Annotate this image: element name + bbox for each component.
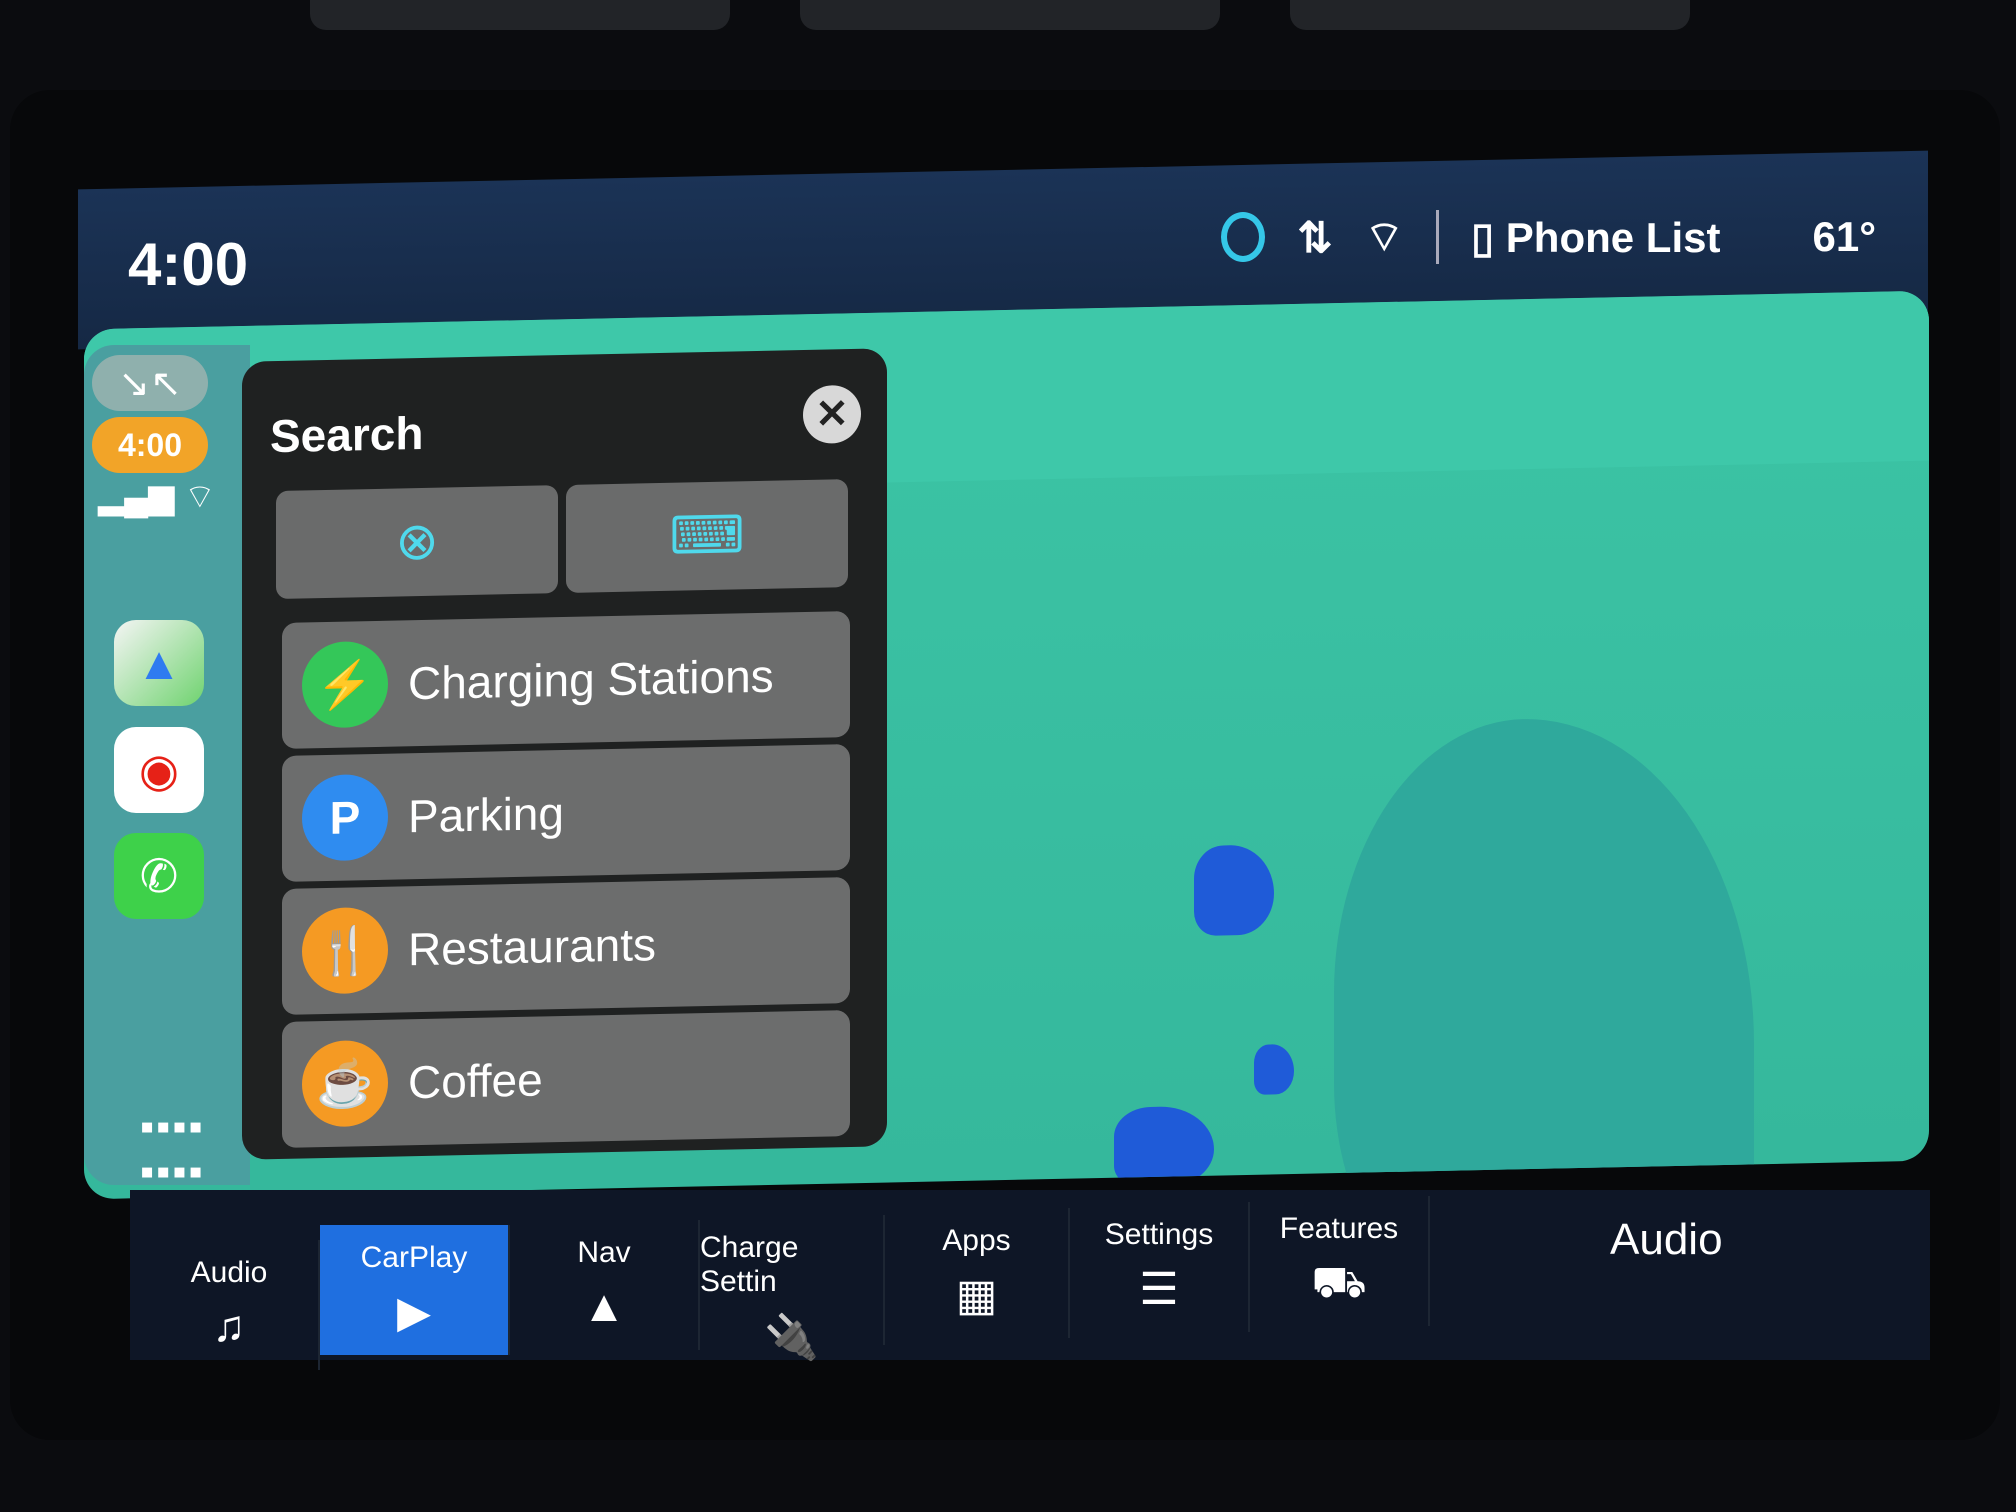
vent [310, 0, 730, 30]
phone-icon: ▯ [1471, 213, 1506, 261]
item-label: Restaurants [408, 918, 657, 976]
tab-features[interactable]: Features ⛟ [1250, 1196, 1430, 1326]
search-item-charging-stations[interactable]: ⚡ Charging Stations [282, 611, 850, 749]
map-lake [1334, 714, 1754, 1200]
search-panel: Search ✕ ⊗ ⌨ ⚡ Charging Stations P Parking… [242, 348, 887, 1160]
parking-icon: P [302, 773, 388, 862]
keyboard-icon: ⌨ [669, 506, 745, 566]
status-icons: ⇅ ⌔ ▯ Phone List 61° [1221, 210, 1876, 264]
music-note-icon: ♫ [212, 1302, 246, 1351]
tab-nav[interactable]: Nav ▲ [510, 1220, 700, 1350]
temperature: 61° [1812, 213, 1876, 260]
close-button[interactable]: ✕ [803, 384, 861, 445]
siri-button[interactable]: ⊗ [276, 485, 558, 600]
tab-settings[interactable]: Settings ☰ [1070, 1202, 1250, 1332]
car-charge-icon: 🔌 [764, 1313, 819, 1362]
apps-grid-icon: ▦ [955, 1271, 998, 1320]
vent [800, 0, 1220, 30]
charging-icon: ⚡ [302, 640, 388, 729]
carplay-icon: ▶ [397, 1288, 431, 1337]
siri-icon: ⊗ [395, 512, 439, 572]
clock: 4:00 [128, 231, 249, 298]
tab-label: CarPlay [360, 1241, 468, 1274]
search-item-restaurants[interactable]: 🍴 Restaurants [282, 877, 850, 1015]
tab-label: Apps [942, 1224, 1011, 1257]
tab-label: Audio [190, 1256, 268, 1289]
tab-apps[interactable]: Apps ▦ [885, 1208, 1070, 1338]
coffee-icon: ☕ [302, 1039, 388, 1128]
data-arrows-icon: ⇅ [1297, 213, 1333, 261]
carplay-sidebar: ↘↖ 4:00 ▂▄▆ ⌔ ▲ ◉ ✆ ▪▪▪▪ ▪▪▪▪ [84, 345, 250, 1194]
collapse-icon[interactable]: ↘↖ [92, 355, 208, 411]
map-water [1254, 1043, 1294, 1095]
signal-icon: ▂▄▆ ⌔ [98, 478, 216, 516]
sidebar-time: 4:00 [92, 417, 208, 473]
truck-icon: ⛟ [1311, 1258, 1367, 1307]
wifi-icon: ⌔ [1364, 212, 1405, 260]
alexa-icon[interactable] [1221, 212, 1266, 262]
vent [1290, 0, 1690, 30]
search-item-parking[interactable]: P Parking [282, 744, 850, 882]
youtube-music-app-icon[interactable]: ◉ [114, 727, 204, 813]
tab-label: Features [1279, 1212, 1399, 1245]
map-water [1114, 1105, 1214, 1188]
phone-app-icon[interactable]: ✆ [114, 833, 204, 919]
tab-label: Settings [1104, 1218, 1214, 1251]
app-grid-icon[interactable]: ▪▪▪▪ ▪▪▪▪ [140, 1105, 205, 1195]
navigation-icon: ▲ [582, 1282, 626, 1331]
item-label: Parking [408, 787, 564, 843]
keyboard-button[interactable]: ⌨ [566, 479, 848, 593]
audio-source-button[interactable]: Audio [1610, 1215, 1723, 1265]
tab-audio[interactable]: Audio ♫ [140, 1240, 320, 1370]
sliders-icon: ☰ [1139, 1265, 1179, 1314]
tab-carplay[interactable]: CarPlay ▶ [320, 1225, 510, 1355]
phone-list-button[interactable]: ▯ Phone List [1471, 213, 1720, 262]
search-item-coffee[interactable]: ☕ Coffee [282, 1010, 850, 1148]
phone-list-label: Phone List [1505, 213, 1721, 261]
divider [1436, 210, 1440, 264]
panel-title: Search [270, 406, 424, 463]
tab-label: Charge Settin [700, 1231, 799, 1298]
item-label: Charging Stations [408, 649, 774, 710]
fork-knife-icon: 🍴 [302, 906, 388, 995]
maps-app-icon[interactable]: ▲ [114, 620, 204, 706]
map-water [1194, 844, 1274, 937]
item-label: Coffee [408, 1053, 543, 1109]
tab-charge-settings[interactable]: Charge Settin 🔌 [700, 1215, 885, 1362]
tab-label: Nav [577, 1236, 631, 1269]
